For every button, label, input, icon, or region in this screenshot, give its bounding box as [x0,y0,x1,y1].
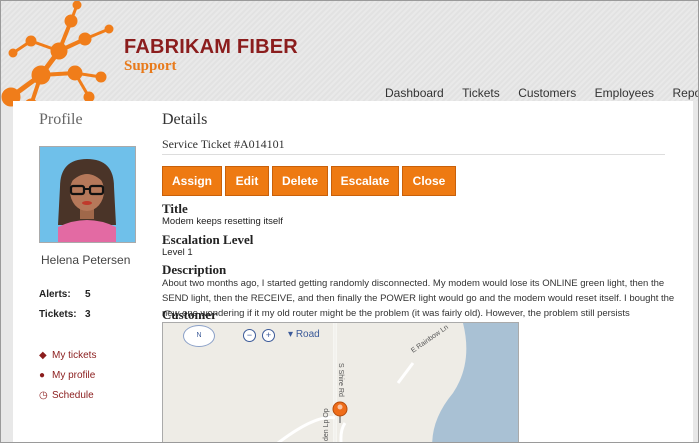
brand-name: FABRIKAM FIBER [124,36,298,58]
tickets-label: Tickets: [39,309,77,320]
map-style-label: Road [295,329,320,340]
content-panel: Profile Helena Petersen Alerts: 5 Ticket… [13,101,693,442]
alerts-count: 5 [85,289,91,300]
clock-icon: ◷ [39,390,48,401]
ticket-number: Service Ticket #A014101 [162,137,285,151]
escalation-value: Level 1 [162,247,193,258]
compass-label: N [196,332,202,339]
details-heading: Details [162,111,208,128]
schedule-link[interactable]: ◷ Schedule [39,390,94,401]
nav-reports[interactable]: Reports [672,86,698,100]
tag-icon: ◆ [39,350,47,361]
brand-subtitle: Support [124,58,177,74]
tickets-stat: Tickets: 3 [39,309,91,320]
zoom-out-icon[interactable]: − [243,329,256,342]
my-tickets-link[interactable]: ◆ My tickets [39,350,96,361]
person-icon: ● [39,370,46,381]
header: FABRIKAM FIBER Support Dashboard Tickets… [1,1,698,109]
profile-name: Helena Petersen [41,253,131,267]
my-profile-label: My profile [52,370,96,381]
compass-icon[interactable]: N [183,325,215,347]
my-profile-link[interactable]: ● My profile [39,370,95,381]
description-value: About two months ago, I started getting … [162,278,675,319]
assign-button[interactable]: Assign [162,166,222,196]
alerts-label: Alerts: [39,289,71,300]
details-section: Details Service Ticket #A014101 Assign Ed… [162,111,677,442]
close-button[interactable]: Close [402,166,456,196]
my-tickets-label: My tickets [52,350,97,361]
street-label-den: den Lp Op [323,408,330,441]
avatar [39,146,136,243]
customer-map[interactable]: S Shire Rd E Rainbow Ln den Lp Op N − + … [162,322,519,443]
divider [162,154,665,155]
chevron-down-icon: ▾ [288,329,294,340]
profile-heading: Profile [39,111,83,128]
fabrikam-logo-icon [1,1,114,109]
zoom-in-icon[interactable]: + [262,329,275,342]
delete-button[interactable]: Delete [272,166,328,196]
map-canvas[interactable]: S Shire Rd E Rainbow Ln den Lp Op [163,323,518,443]
nav-tickets[interactable]: Tickets [462,86,500,100]
map-water [432,323,518,442]
title-label: Title [162,201,188,216]
customer-label: Customer [162,307,217,322]
tickets-count: 3 [85,309,91,320]
street-label-shire: S Shire Rd [337,363,344,397]
title-value: Modem keeps resetting itself [162,216,283,227]
escalation-label: Escalation Level [162,232,254,247]
nav-employees[interactable]: Employees [595,86,654,100]
nav-customers[interactable]: Customers [518,86,576,100]
brand: FABRIKAM FIBER Support [124,37,298,75]
app-window: FABRIKAM FIBER Support Dashboard Tickets… [0,0,699,443]
main-nav: Dashboard Tickets Customers Employees Re… [385,84,698,102]
schedule-label: Schedule [52,390,94,401]
alerts-stat: Alerts: 5 [39,289,91,300]
action-toolbar: Assign Edit Delete Escalate Close [162,166,459,196]
edit-button[interactable]: Edit [225,166,269,196]
profile-sidebar: Profile Helena Petersen Alerts: 5 Ticket… [39,111,149,401]
nav-dashboard[interactable]: Dashboard [385,86,444,100]
escalate-button[interactable]: Escalate [331,166,399,196]
street-label-rainbow: E Rainbow Ln [410,324,450,355]
map-style-selector[interactable]: ▾ Road [288,329,320,340]
